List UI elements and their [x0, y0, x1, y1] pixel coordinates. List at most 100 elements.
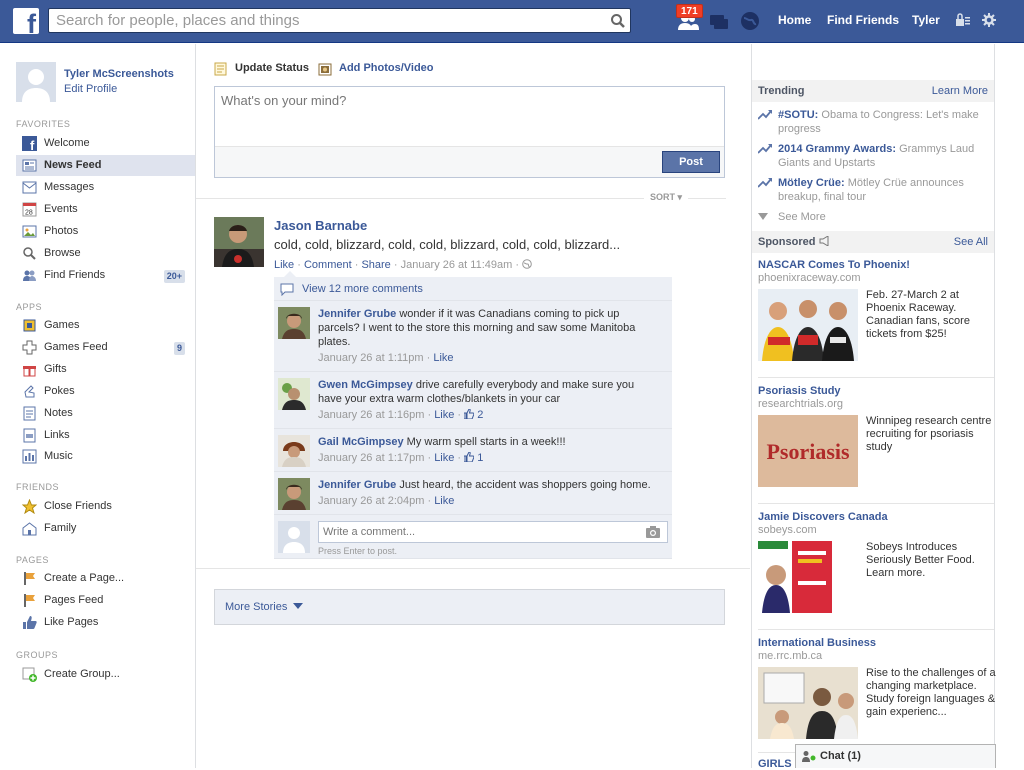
sidebar-item-links[interactable]: Links	[16, 425, 195, 446]
ad-title[interactable]: Psoriasis Study	[758, 385, 994, 397]
facebook-logo-icon[interactable]: f	[13, 8, 39, 34]
like-link[interactable]: Like	[274, 259, 294, 271]
ad-card[interactable]: Psoriasis Study researchtrials.org Psori…	[758, 385, 994, 487]
groups-header: GROUPS	[16, 650, 59, 660]
ad-card[interactable]: Jamie Discovers Canada sobeys.com Sobeys…	[758, 511, 994, 613]
commenter-avatar[interactable]	[278, 435, 310, 467]
story-author[interactable]: Jason Barnabe	[274, 218, 367, 233]
ad-title[interactable]: NASCAR Comes To Phoenix!	[758, 259, 994, 271]
sidebar-item-photos[interactable]: Photos	[16, 221, 195, 242]
add-photos-tab[interactable]: Add Photos/Video	[318, 62, 434, 76]
see-more-trending[interactable]: See More	[758, 210, 990, 224]
comment-link[interactable]: Comment	[304, 259, 352, 271]
thumbs-up-icon	[463, 408, 475, 420]
more-stories-button[interactable]: More Stories	[214, 589, 725, 625]
commenter-avatar[interactable]	[278, 478, 310, 510]
gear-icon[interactable]	[982, 13, 996, 27]
ad-card[interactable]: NASCAR Comes To Phoenix! phoenixraceway.…	[758, 259, 994, 361]
comment-time[interactable]: January 26 at 2:04pm	[318, 495, 424, 507]
ad-title[interactable]: Jamie Discovers Canada	[758, 511, 994, 523]
avatar[interactable]	[16, 62, 56, 102]
commenter-name[interactable]: Jennifer Grube	[318, 308, 396, 320]
trending-item[interactable]: Mötley Crüe: Mötley Crüe announces break…	[758, 176, 990, 204]
sidebar-item-label: Pokes	[44, 385, 75, 397]
comment-like-count[interactable]: 2	[463, 408, 483, 421]
sidebar-item-events[interactable]: 28 Events	[16, 199, 195, 220]
comment-like-link[interactable]: Like	[433, 352, 453, 364]
sidebar-item-games[interactable]: Games	[16, 315, 195, 336]
ad-image[interactable]	[758, 667, 858, 739]
view-more-comments[interactable]: View 12 more comments	[274, 277, 672, 301]
sort-menu[interactable]: SORT ▾	[644, 192, 689, 203]
comment-input[interactable]: Write a comment...	[318, 521, 668, 543]
games-feed-icon	[22, 340, 37, 355]
user-profile-link[interactable]: Tyler	[912, 13, 940, 27]
ad-title[interactable]: International Business	[758, 637, 994, 649]
commenter-avatar[interactable]	[278, 378, 310, 410]
comment-time[interactable]: January 26 at 1:16pm	[318, 409, 424, 421]
ad-image[interactable]: Psoriasis	[758, 415, 858, 487]
search-input[interactable]	[49, 9, 589, 32]
ad-card[interactable]: International Business me.rrc.mb.ca Rise…	[758, 637, 996, 739]
find-friends-link[interactable]: Find Friends	[827, 13, 899, 27]
sidebar-item-browse[interactable]: Browse	[16, 243, 195, 264]
comment-time[interactable]: January 26 at 1:11pm	[318, 352, 424, 364]
sidebar-item-label: Like Pages	[44, 616, 99, 628]
news-feed: Update Status Add Photos/Video Post SORT…	[196, 44, 750, 768]
chat-bar[interactable]: Chat (1)	[795, 744, 996, 768]
sidebar-item-like-pages[interactable]: Like Pages	[16, 612, 195, 633]
sidebar-item-label: Create Group...	[44, 668, 120, 680]
sidebar-item-notes[interactable]: Notes	[16, 403, 195, 424]
count-badge: 20+	[163, 270, 185, 283]
ad-image[interactable]	[758, 289, 858, 361]
comment-like-link[interactable]: Like	[434, 495, 454, 507]
camera-icon[interactable]	[645, 525, 661, 539]
sidebar-item-messages[interactable]: Messages	[16, 177, 195, 198]
story-timestamp[interactable]: January 26 at 11:49am	[401, 259, 513, 271]
home-link[interactable]: Home	[778, 13, 811, 27]
see-all-link[interactable]: See All	[954, 231, 988, 253]
svg-text:f: f	[30, 138, 35, 151]
trending-item[interactable]: #SOTU: Obama to Congress: Let's make pro…	[758, 108, 990, 136]
commenter-avatar[interactable]	[278, 307, 310, 339]
update-status-tab[interactable]: Update Status	[214, 62, 309, 76]
sidebar-item-games-feed[interactable]: Games Feed 9	[16, 337, 195, 358]
sidebar-item-news-feed[interactable]: News Feed	[16, 155, 195, 176]
author-avatar[interactable]	[214, 217, 264, 267]
comment-like-link[interactable]: Like	[434, 409, 454, 421]
commenter-name[interactable]: Jennifer Grube	[318, 479, 396, 491]
left-sidebar: Tyler McScreenshots Edit Profile FAVORIT…	[0, 44, 196, 768]
comment-time[interactable]: January 26 at 1:17pm	[318, 452, 424, 464]
trending-arrow-icon	[758, 144, 772, 154]
commenter-name[interactable]: Gail McGimpsey	[318, 436, 404, 448]
ad-image[interactable]	[758, 541, 858, 613]
learn-more-link[interactable]: Learn More	[932, 80, 988, 102]
status-input[interactable]	[215, 87, 724, 144]
friends-header: FRIENDS	[16, 482, 60, 492]
comment-like-count[interactable]: 1	[463, 451, 484, 464]
edit-profile-link[interactable]: Edit Profile	[64, 83, 117, 95]
search-icon[interactable]	[610, 13, 626, 29]
post-button[interactable]: Post	[662, 151, 720, 173]
privacy-lock-icon[interactable]	[955, 13, 971, 27]
sidebar-item-close-friends[interactable]: Close Friends	[16, 496, 195, 517]
comment-like-link[interactable]: Like	[434, 452, 454, 464]
camera-icon	[318, 63, 332, 76]
commenter-name[interactable]: Gwen McGimpsey	[318, 379, 413, 391]
profile-name[interactable]: Tyler McScreenshots	[64, 68, 174, 80]
like-count: 1	[477, 452, 484, 464]
messages-icon[interactable]	[706, 10, 730, 32]
sidebar-item-create-page[interactable]: Create a Page...	[16, 568, 195, 589]
sidebar-item-gifts[interactable]: Gifts	[16, 359, 195, 380]
sidebar-item-welcome[interactable]: f Welcome	[16, 133, 195, 154]
sidebar-item-music[interactable]: Music	[16, 446, 195, 467]
sidebar-item-find-friends[interactable]: Find Friends 20+	[16, 265, 195, 286]
sidebar-item-create-group[interactable]: Create Group...	[16, 664, 195, 685]
sidebar-item-pokes[interactable]: Pokes	[16, 381, 195, 402]
trending-item[interactable]: 2014 Grammy Awards: Grammys Laud Giants …	[758, 142, 990, 170]
search-box[interactable]	[48, 8, 631, 33]
share-link[interactable]: Share	[361, 259, 390, 271]
notifications-globe-icon[interactable]	[738, 10, 762, 32]
sidebar-item-family[interactable]: Family	[16, 518, 195, 539]
sidebar-item-pages-feed[interactable]: Pages Feed	[16, 590, 195, 611]
